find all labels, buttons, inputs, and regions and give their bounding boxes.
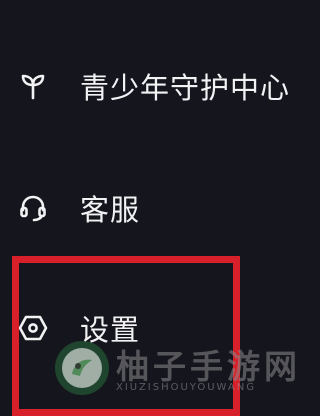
gear-icon bbox=[16, 311, 50, 345]
menu-item-label: 设置 bbox=[80, 313, 141, 347]
menu-item-label: 青少年守护中心 bbox=[80, 71, 291, 105]
side-menu: 青少年守护中心 客服 设置 bbox=[0, 0, 300, 400]
menu-item-settings[interactable]: 设置 bbox=[0, 298, 300, 358]
menu-item-customer-service[interactable]: 客服 bbox=[0, 178, 300, 238]
menu-item-youth-protection[interactable]: 青少年守护中心 bbox=[0, 56, 300, 116]
headset-icon bbox=[16, 191, 50, 225]
sprout-icon bbox=[16, 69, 50, 103]
menu-item-label: 客服 bbox=[80, 193, 141, 227]
